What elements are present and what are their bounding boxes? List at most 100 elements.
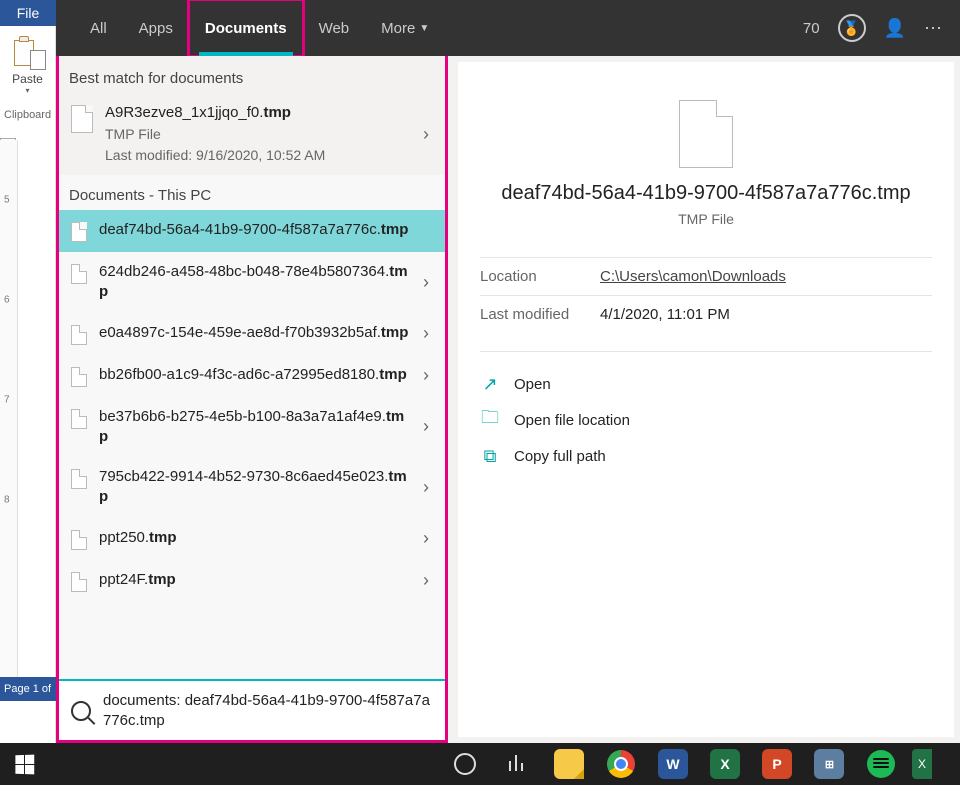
file-icon xyxy=(71,572,87,592)
result-filename: A9R3ezve8_1x1jjqo_f0.tmp xyxy=(105,103,411,123)
sticky-notes-icon xyxy=(554,749,584,779)
file-icon xyxy=(71,264,87,284)
result-item[interactable]: be37b6b6-b275-4e5b-b100-8a3a7a1af4e9.tmp… xyxy=(59,397,445,458)
taskbar-taskview[interactable] xyxy=(494,743,540,785)
open-label: Open xyxy=(514,376,551,393)
taskbar: W X P ⊞ X xyxy=(0,743,960,785)
search-input-row[interactable]: documents: deaf74bd-56a4-41b9-9700-4f587… xyxy=(59,679,445,740)
feedback-icon[interactable]: 👤 xyxy=(884,18,906,39)
folder-icon: 🗀 xyxy=(480,410,500,430)
clipboard-icon xyxy=(14,36,42,68)
powerpoint-icon: P xyxy=(762,749,792,779)
preview-pane: deaf74bd-56a4-41b9-9700-4f587a7a776c.tmp… xyxy=(458,62,954,737)
file-icon xyxy=(71,367,87,387)
tab-more-label: More xyxy=(381,20,415,37)
result-filename: bb26fb00-a1c9-4f3c-ad6c-a72995ed8180.tmp xyxy=(99,365,411,385)
circle-icon xyxy=(454,753,476,775)
chevron-right-icon[interactable]: › xyxy=(423,416,433,437)
taskbar-sticky-notes[interactable] xyxy=(546,743,592,785)
result-filename: ppt250.tmp xyxy=(99,528,411,548)
chevron-right-icon[interactable]: › xyxy=(423,477,433,498)
result-item[interactable]: deaf74bd-56a4-41b9-9700-4f587a7a776c.tmp xyxy=(59,210,445,252)
taskbar-word[interactable]: W xyxy=(650,743,696,785)
file-icon xyxy=(679,100,733,168)
search-results-column: Best match for documents A9R3ezve8_1x1jj… xyxy=(56,56,448,743)
tab-documents[interactable]: Documents xyxy=(189,0,303,56)
location-label: Location xyxy=(480,268,600,285)
modified-label: Last modified xyxy=(480,306,600,323)
result-filename: be37b6b6-b275-4e5b-b100-8a3a7a1af4e9.tmp xyxy=(99,407,411,448)
result-item[interactable]: e0a4897c-154e-459e-ae8d-f70b3932b5af.tmp… xyxy=(59,313,445,355)
chrome-icon xyxy=(607,750,635,778)
windows-logo-icon xyxy=(15,754,34,774)
taskview-icon xyxy=(507,754,527,774)
taskbar-calculator[interactable]: ⊞ xyxy=(806,743,852,785)
file-icon xyxy=(71,105,93,133)
preview-filetype: TMP File xyxy=(480,211,932,227)
search-query-text: documents: deaf74bd-56a4-41b9-9700-4f587… xyxy=(103,691,433,730)
tab-all[interactable]: All xyxy=(74,0,123,56)
chevron-right-icon[interactable]: › xyxy=(423,570,433,591)
chevron-down-icon: ▼ xyxy=(419,23,429,34)
result-filetype: TMP File xyxy=(105,125,411,144)
open-icon: ↗ xyxy=(480,374,500,394)
open-action[interactable]: ↗ Open xyxy=(480,366,932,402)
preview-filename: deaf74bd-56a4-41b9-9700-4f587a7a776c.tmp xyxy=(480,182,932,205)
result-item[interactable]: 624db246-a458-48bc-b048-78e4b5807364.tmp… xyxy=(59,252,445,313)
file-icon xyxy=(71,409,87,429)
result-filename: 624db246-a458-48bc-b048-78e4b5807364.tmp xyxy=(99,262,411,303)
result-item[interactable]: ppt24F.tmp › xyxy=(59,560,445,602)
start-button[interactable] xyxy=(0,743,48,785)
rewards-points: 70 xyxy=(803,20,820,37)
chevron-right-icon[interactable]: › xyxy=(423,124,433,145)
documents-pc-header: Documents - This PC xyxy=(59,175,445,210)
paste-button[interactable]: Paste ▾ xyxy=(0,32,55,95)
paste-label: Paste xyxy=(12,72,43,86)
excel-icon: X xyxy=(710,749,740,779)
chevron-right-icon[interactable]: › xyxy=(423,528,433,549)
file-tab[interactable]: File xyxy=(0,0,56,26)
location-link[interactable]: C:\Users\camon\Downloads xyxy=(600,268,786,285)
file-icon xyxy=(71,325,87,345)
copy-path-label: Copy full path xyxy=(514,448,606,465)
tab-web[interactable]: Web xyxy=(303,0,366,56)
result-filename: ppt24F.tmp xyxy=(99,570,411,590)
taskbar-spotify[interactable] xyxy=(858,743,904,785)
search-icon xyxy=(71,701,91,721)
spotify-icon xyxy=(867,750,895,778)
open-location-label: Open file location xyxy=(514,412,630,429)
open-location-action[interactable]: 🗀 Open file location xyxy=(480,402,932,438)
calculator-icon: ⊞ xyxy=(814,749,844,779)
app-icon: X xyxy=(912,749,932,779)
chevron-down-icon[interactable]: ▾ xyxy=(25,86,29,95)
best-match-header: Best match for documents xyxy=(59,56,445,93)
result-filename: 795cb422-9914-4b52-9730-8c6aed45e023.tmp xyxy=(99,467,411,508)
result-item[interactable]: bb26fb00-a1c9-4f3c-ad6c-a72995ed8180.tmp… xyxy=(59,355,445,397)
taskbar-chrome[interactable] xyxy=(598,743,644,785)
status-bar: Page 1 of xyxy=(0,677,56,701)
tab-apps[interactable]: Apps xyxy=(123,0,189,56)
ellipsis-icon[interactable]: ⋯ xyxy=(924,18,942,39)
chevron-right-icon[interactable]: › xyxy=(423,272,433,293)
taskbar-cortana[interactable] xyxy=(442,743,488,785)
chevron-right-icon[interactable]: › xyxy=(423,365,433,386)
result-filename: e0a4897c-154e-459e-ae8d-f70b3932b5af.tmp xyxy=(99,323,411,343)
taskbar-excel[interactable]: X xyxy=(702,743,748,785)
chevron-right-icon[interactable]: › xyxy=(423,323,433,344)
modified-value: 4/1/2020, 11:01 PM xyxy=(600,306,730,323)
tab-more[interactable]: More ▼ xyxy=(365,0,445,56)
taskbar-powerpoint[interactable]: P xyxy=(754,743,800,785)
result-filename: deaf74bd-56a4-41b9-9700-4f587a7a776c.tmp xyxy=(99,220,433,240)
copy-icon: ⧉ xyxy=(480,446,500,466)
result-item[interactable]: 795cb422-9914-4b52-9730-8c6aed45e023.tmp… xyxy=(59,457,445,518)
best-match-item[interactable]: A9R3ezve8_1x1jjqo_f0.tmp TMP File Last m… xyxy=(59,93,445,175)
clipboard-group-label: Clipboard xyxy=(0,109,56,121)
result-modified: Last modified: 9/16/2020, 10:52 AM xyxy=(105,146,411,165)
taskbar-partial-app[interactable]: X xyxy=(910,743,934,785)
search-filter-tabs: All Apps Documents Web More ▼ 70 🏅 👤 ⋯ xyxy=(56,0,960,56)
rewards-icon[interactable]: 🏅 xyxy=(838,14,866,42)
result-item[interactable]: ppt250.tmp › xyxy=(59,518,445,560)
vertical-ruler: 5 6 7 8 xyxy=(0,140,18,701)
file-icon xyxy=(71,530,87,550)
copy-path-action[interactable]: ⧉ Copy full path xyxy=(480,438,932,474)
